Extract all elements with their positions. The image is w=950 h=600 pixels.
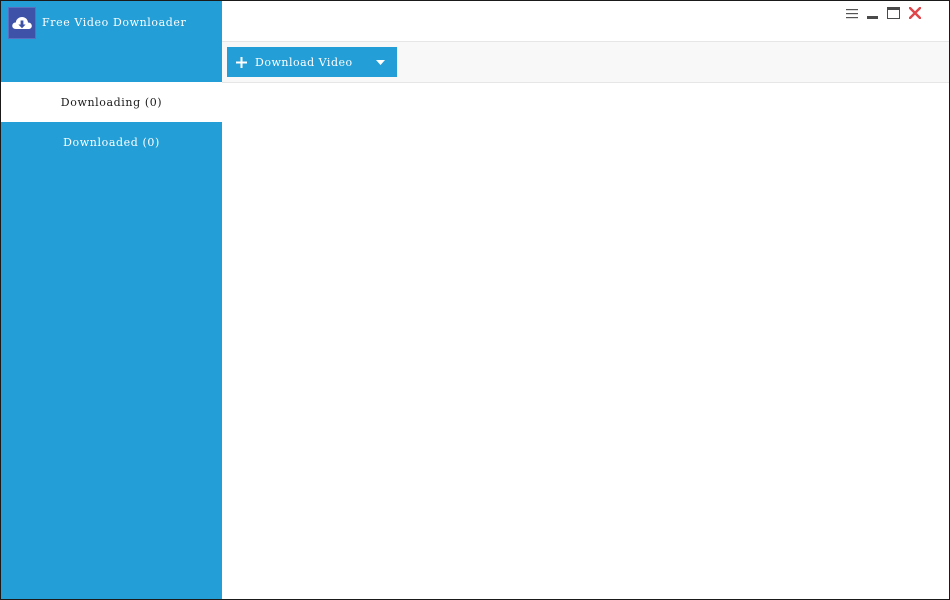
- nav-item-label: Downloading (0): [60, 95, 163, 109]
- app-window: Free Video Downloader Downloading (0) Do…: [0, 0, 950, 600]
- toolbar: Download Video: [222, 42, 949, 83]
- plus-icon: [235, 56, 247, 68]
- sidebar: Free Video Downloader Downloading (0) Do…: [1, 1, 222, 599]
- window-controls: [841, 5, 925, 21]
- close-icon[interactable]: [904, 5, 925, 21]
- app-title: Free Video Downloader: [42, 15, 187, 29]
- nav-item-label: Downloaded (0): [63, 135, 160, 149]
- app-brand: Free Video Downloader: [8, 7, 186, 39]
- nav-item-downloading[interactable]: Downloading (0): [1, 82, 222, 122]
- title-bar: [222, 1, 949, 42]
- download-video-button[interactable]: Download Video: [227, 47, 397, 77]
- maximize-icon[interactable]: [883, 5, 904, 21]
- caret-down-icon[interactable]: [375, 57, 385, 67]
- nav-item-downloaded[interactable]: Downloaded (0): [1, 122, 222, 162]
- minimize-icon[interactable]: [862, 5, 883, 21]
- download-list-area: [222, 84, 949, 599]
- cloud-download-icon: [8, 7, 36, 39]
- menu-icon[interactable]: [841, 5, 862, 21]
- download-video-label: Download Video: [255, 55, 353, 69]
